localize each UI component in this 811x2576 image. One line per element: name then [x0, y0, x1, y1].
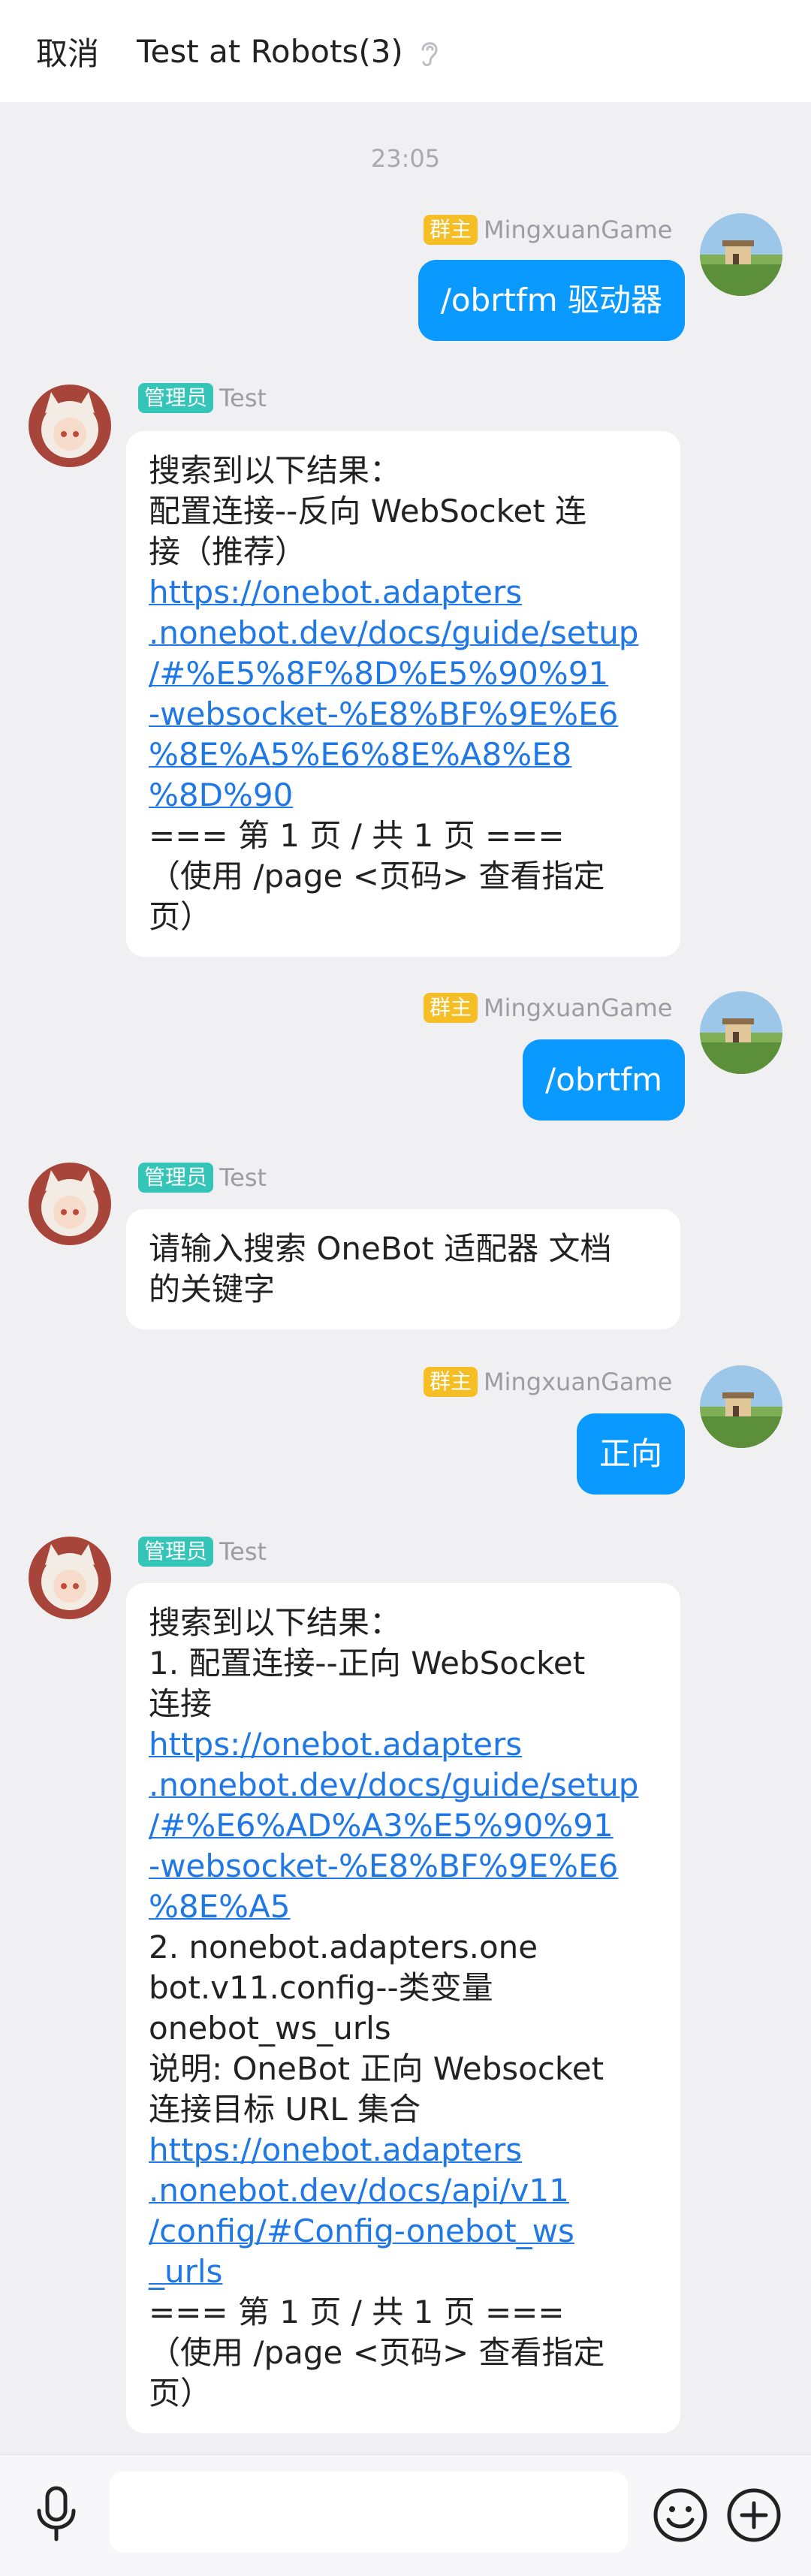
sender-name: MingxuanGame [484, 1368, 673, 1396]
message-line: 连接目标 URL 集合 [149, 2091, 421, 2128]
message-bubble[interactable]: 请输入搜索 OneBot 适配器 文档 的关键字 [126, 1209, 680, 1329]
ear-icon[interactable] [414, 36, 444, 69]
message-line: （使用 /page <页码> 查看指定 [149, 2334, 605, 2371]
message-line: 请输入搜索 OneBot 适配器 文档 [149, 1230, 612, 1267]
message-bubble[interactable]: 正向 [576, 1413, 685, 1495]
message-line: （使用 /page <页码> 查看指定 [149, 858, 605, 894]
avatar[interactable] [700, 1365, 782, 1448]
owner-badge: 群主 [424, 993, 478, 1023]
message-line: 搜索到以下结果： [149, 1604, 402, 1641]
message-link[interactable]: .nonebot.dev/docs/guide/setup [149, 613, 658, 653]
message-line: === 第 1 页 / 共 1 页 === [149, 2294, 565, 2330]
message-link[interactable]: /#%E6%AD%A3%E5%90%91 [149, 1805, 658, 1846]
message-bubble[interactable]: /obrtfm [523, 1039, 685, 1121]
message-bubble[interactable]: /obrtfm 驱动器 [418, 260, 685, 341]
chat-title: Test at Robots(3) [137, 32, 403, 70]
message-line: 的关键字 [149, 1271, 276, 1308]
sender-name: MingxuanGame [484, 994, 673, 1022]
plus-circle-icon[interactable] [725, 2487, 782, 2547]
message-link[interactable]: https://onebot.adapters [149, 572, 658, 613]
avatar[interactable] [29, 1163, 111, 1245]
avatar[interactable] [29, 1537, 111, 1619]
message-link[interactable]: %8E%A5 [149, 1887, 658, 1927]
sender-line: 群主 MingxuanGame [424, 1367, 672, 1397]
message-line: 连接 [149, 1685, 213, 1722]
admin-badge: 管理员 [138, 1163, 214, 1193]
message-link[interactable]: -websocket-%E8%BF%9E%E6 [149, 1846, 658, 1887]
admin-badge: 管理员 [138, 1537, 214, 1567]
message-link[interactable]: /config/#Config-onebot_ws [149, 2211, 658, 2252]
message-line: bot.v11.config--类变量 [149, 1969, 493, 2006]
message-bubble[interactable]: 搜索到以下结果： 1. 配置连接--正向 WebSocket 连接 https:… [126, 1583, 680, 2433]
message-link[interactable]: %8E%A5%E6%8E%A8%E8 [149, 734, 658, 775]
message-link[interactable]: .nonebot.dev/docs/guide/setup [149, 1765, 658, 1805]
message-line: === 第 1 页 / 共 1 页 === [149, 817, 565, 854]
sender-line: 管理员 Test [138, 1163, 267, 1193]
sender-line: 群主 MingxuanGame [424, 993, 672, 1023]
message-bubble[interactable]: 搜索到以下结果： 配置连接--反向 WebSocket 连 接（推荐） http… [126, 431, 680, 957]
admin-badge: 管理员 [138, 383, 214, 413]
microphone-icon[interactable] [30, 2484, 83, 2547]
message-input[interactable] [110, 2472, 628, 2553]
message-link[interactable]: .nonebot.dev/docs/api/v11 [149, 2170, 658, 2211]
sender-name: Test [219, 1163, 267, 1192]
message-line: onebot_ws_urls [149, 2010, 391, 2047]
message-text: /obrtfm [545, 1061, 662, 1098]
owner-badge: 群主 [424, 215, 478, 245]
avatar[interactable] [29, 385, 111, 467]
owner-badge: 群主 [424, 1367, 478, 1397]
chat-header: 取消 Test at Robots(3) [0, 0, 811, 102]
message-line: 搜索到以下结果： [149, 452, 402, 489]
sender-line: 管理员 Test [138, 383, 267, 413]
sender-line: 管理员 Test [138, 1537, 267, 1567]
message-link[interactable]: %8D%90 [149, 775, 658, 816]
message-text: /obrtfm 驱动器 [440, 282, 662, 318]
message-line: 配置连接--反向 WebSocket 连 [149, 493, 587, 529]
message-line: 页） [149, 898, 213, 935]
message-link[interactable]: /#%E5%8F%8D%E5%90%91 [149, 653, 658, 694]
message-line: 1. 配置连接--正向 WebSocket [149, 1645, 586, 1682]
message-link[interactable]: _urls [149, 2252, 658, 2292]
message-line: 2. nonebot.adapters.one [149, 1929, 538, 1965]
message-link[interactable]: -websocket-%E8%BF%9E%E6 [149, 694, 658, 734]
message-link[interactable]: https://onebot.adapters [149, 1724, 658, 1765]
message-link[interactable]: https://onebot.adapters [149, 2130, 658, 2170]
message-line: 说明: OneBot 正向 Websocket [149, 2050, 604, 2087]
sender-line: 群主 MingxuanGame [424, 215, 672, 245]
avatar[interactable] [700, 213, 782, 296]
avatar[interactable] [700, 991, 782, 1074]
sender-name: MingxuanGame [484, 216, 673, 244]
input-bar [0, 2454, 811, 2576]
message-line: 接（推荐） [149, 533, 307, 570]
message-timestamp: 23:05 [370, 144, 441, 173]
message-line: 页） [149, 2375, 213, 2412]
message-text: 正向 [598, 1435, 662, 1472]
sender-name: Test [219, 1537, 267, 1566]
emoji-icon[interactable] [652, 2487, 709, 2547]
sender-name: Test [219, 384, 267, 412]
cancel-button[interactable]: 取消 [36, 29, 99, 74]
